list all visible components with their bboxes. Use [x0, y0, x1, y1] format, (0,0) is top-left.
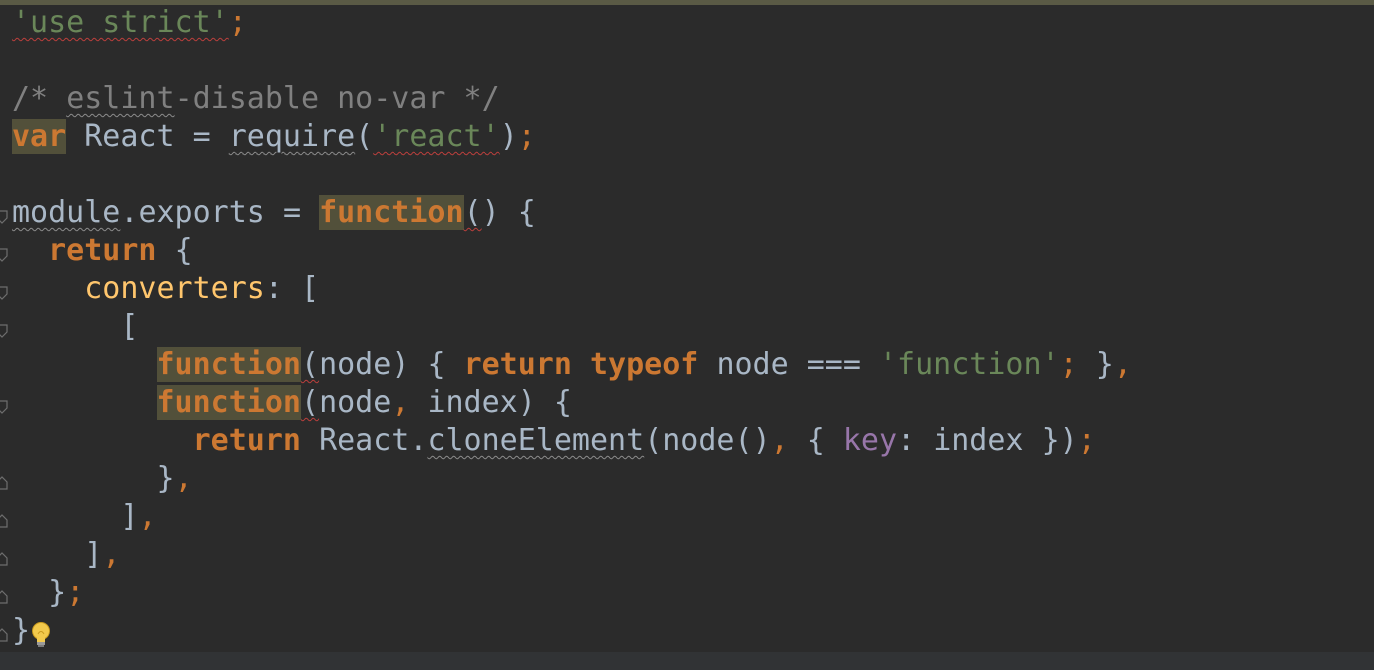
code-line[interactable]: module.exports = function() {	[12, 194, 1132, 232]
code-line[interactable]	[12, 42, 1132, 80]
fold-open-icon[interactable]	[0, 210, 8, 224]
code-area[interactable]: 'use strict'; /* eslint-disable no-var *…	[12, 4, 1132, 650]
code-editor[interactable]: 'use strict'; /* eslint-disable no-var *…	[0, 0, 1374, 670]
fold-open-icon[interactable]	[0, 400, 8, 414]
code-line[interactable]: [	[12, 308, 1132, 346]
fold-close-icon[interactable]	[0, 514, 8, 528]
code-line[interactable]: function(node) { return typeof node === …	[12, 346, 1132, 384]
code-line[interactable]: ],	[12, 536, 1132, 574]
fold-open-icon[interactable]	[0, 286, 8, 300]
code-line[interactable]	[12, 156, 1132, 194]
code-line[interactable]: },	[12, 460, 1132, 498]
code-line[interactable]: return {	[12, 232, 1132, 270]
code-line[interactable]: ],	[12, 498, 1132, 536]
lightbulb-icon[interactable]	[28, 620, 54, 650]
fold-close-icon[interactable]	[0, 552, 8, 566]
code-line[interactable]: function(node, index) {	[12, 384, 1132, 422]
code-line[interactable]: var React = require('react');	[12, 118, 1132, 156]
fold-close-icon[interactable]	[0, 628, 8, 642]
editor-bottom-band	[0, 652, 1374, 670]
fold-close-icon[interactable]	[0, 590, 8, 604]
code-line[interactable]: converters: [	[12, 270, 1132, 308]
code-line[interactable]: 'use strict';	[12, 4, 1132, 42]
fold-close-icon[interactable]	[0, 476, 8, 490]
fold-open-icon[interactable]	[0, 324, 8, 338]
code-line[interactable]: return React.cloneElement(node(), { key:…	[12, 422, 1132, 460]
fold-open-icon[interactable]	[0, 248, 8, 262]
code-line[interactable]: /* eslint-disable no-var */	[12, 80, 1132, 118]
code-line[interactable]: }	[12, 612, 1132, 650]
code-line[interactable]: };	[12, 574, 1132, 612]
